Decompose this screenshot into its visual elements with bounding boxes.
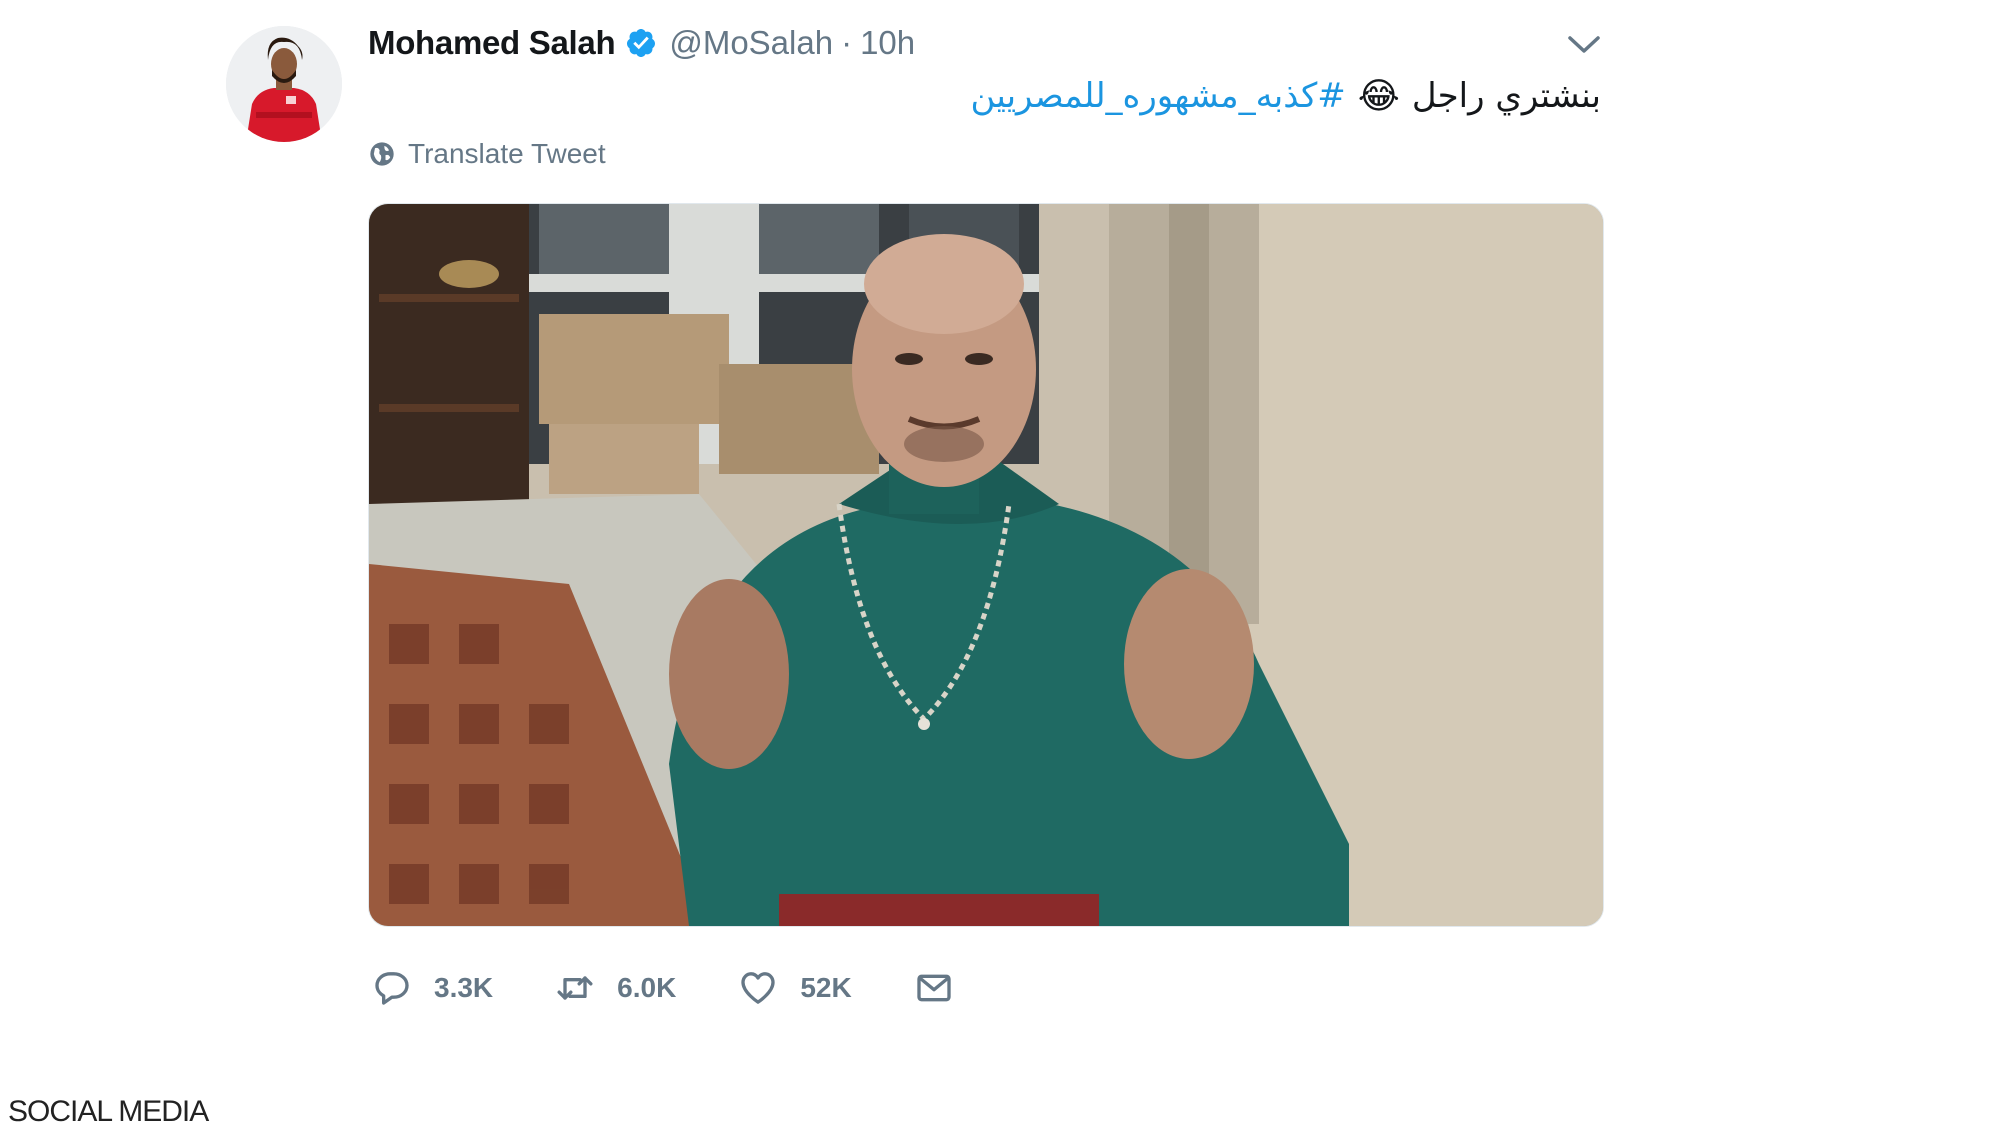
heart-icon [741, 972, 775, 1004]
envelope-icon [917, 974, 951, 1002]
tweet-media[interactable] [368, 203, 1604, 927]
laughing-emoji-icon: 😂 [1357, 75, 1400, 117]
tweet-actions: 3.3K 6.0K 52K [372, 963, 1016, 1013]
media-image [369, 204, 1603, 926]
retweet-button[interactable]: 6.0K [555, 968, 676, 1008]
retweet-icon [557, 976, 593, 1000]
reply-bubble-icon [375, 972, 409, 1005]
avatar[interactable] [226, 26, 342, 142]
like-count: 52K [800, 972, 852, 1003]
verified-badge-icon [627, 29, 656, 57]
tweet-timestamp[interactable]: 10h [860, 24, 915, 62]
tweet: Mohamed Salah @MoSalah · 10h بنشتري راجل… [0, 0, 2000, 1128]
direct-message-button[interactable] [914, 968, 954, 1008]
chevron-down-icon[interactable] [1566, 32, 1602, 56]
tweet-text: بنشتري راجل 😂 #كذبه_مشهوره_للمصريين [970, 68, 1601, 124]
tweet-header: Mohamed Salah @MoSalah · 10h [368, 18, 915, 68]
translate-label: Translate Tweet [408, 138, 606, 169]
hashtag-link[interactable]: #كذبه_مشهوره_للمصريين [970, 76, 1345, 116]
reply-count: 3.3K [434, 972, 494, 1003]
reply-button[interactable]: 3.3K [372, 968, 493, 1008]
translate-tweet-link[interactable]: Translate Tweet [368, 134, 606, 174]
separator-dot: · [841, 24, 853, 61]
globe-icon [370, 142, 394, 166]
author-handle[interactable]: @MoSalah [669, 24, 833, 62]
watermark-text: SOCIAL MEDIA [8, 1095, 209, 1128]
like-button[interactable]: 52K [738, 968, 852, 1008]
tweet-text-words: بنشتري راجل [1411, 76, 1601, 116]
retweet-count: 6.0K [617, 972, 677, 1003]
author-name[interactable]: Mohamed Salah [368, 24, 616, 62]
